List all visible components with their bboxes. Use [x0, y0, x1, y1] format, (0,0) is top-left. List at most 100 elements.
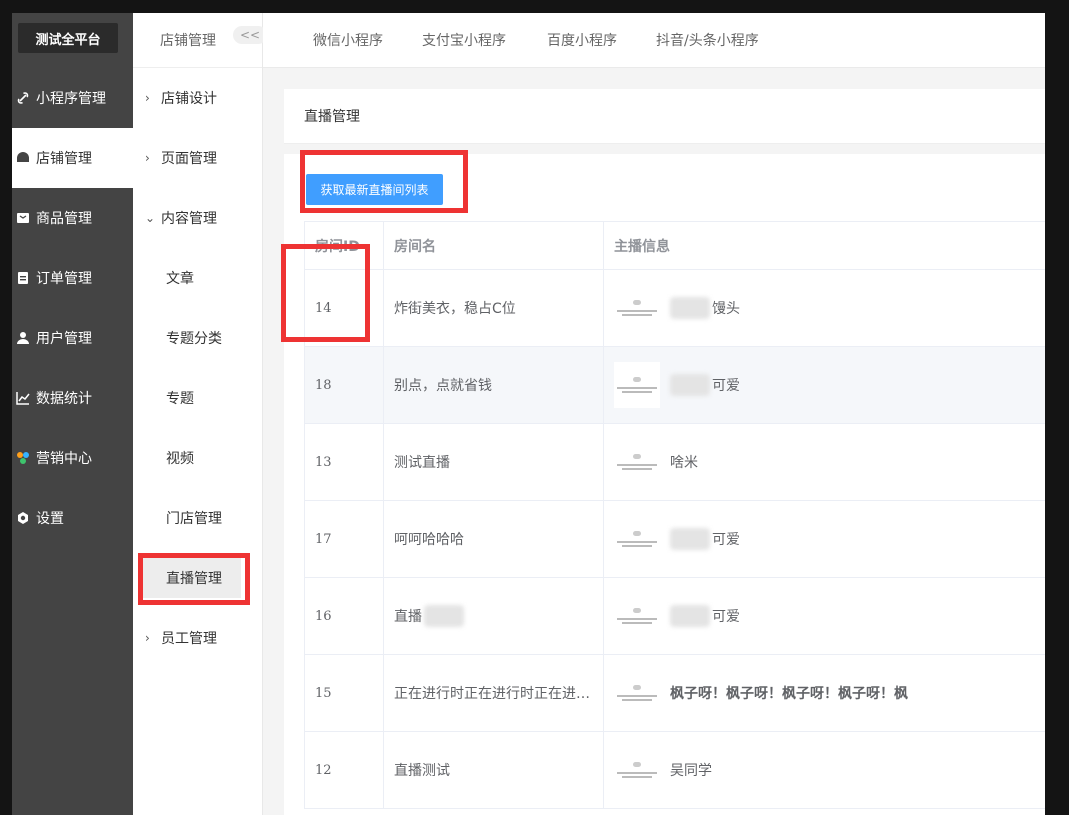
chevron-right-icon: ›	[145, 91, 150, 105]
tab-wechat[interactable]: 微信小程序	[313, 30, 383, 50]
column-header-room-id[interactable]: 房间ID	[304, 222, 384, 269]
anchor-avatar	[614, 593, 660, 639]
tab-baidu[interactable]: 百度小程序	[547, 30, 617, 50]
sidebar-item-label: 页面管理	[161, 151, 217, 167]
anchor-avatar	[614, 439, 660, 485]
table-row[interactable]: 17 呵呵哈哈哈 可爱	[304, 501, 1045, 578]
sidebar-item-content-management[interactable]: ⌄ 内容管理	[133, 188, 262, 248]
redacted-text	[670, 297, 710, 319]
sidebar-item-store-design[interactable]: › 店铺设计	[133, 68, 262, 128]
anchor-info: 可爱	[604, 347, 1045, 423]
sidebar-item-label: 门店管理	[166, 511, 222, 527]
nav-item-label: 小程序管理	[36, 91, 106, 107]
divider	[284, 144, 1045, 154]
nav-item-settings[interactable]: 设置	[12, 488, 133, 548]
anchor-name: 可爱	[712, 532, 740, 548]
nav-item-label: 数据统计	[36, 391, 92, 407]
table-row[interactable]: 12 直播测试 吴同学	[304, 732, 1045, 809]
nav-item-store[interactable]: 店铺管理	[12, 128, 133, 188]
anchor-info: 啥米	[604, 424, 1045, 500]
sidebar-item-label: 专题分类	[166, 331, 222, 347]
nav-item-stats[interactable]: 数据统计	[12, 368, 133, 428]
sidebar-item-label: 内容管理	[161, 211, 217, 227]
nav-item-label: 营销中心	[36, 451, 92, 467]
room-id: 12	[304, 732, 384, 808]
anchor-name: 啥米	[670, 455, 698, 471]
sidebar-item-page-management[interactable]: › 页面管理	[133, 128, 262, 188]
anchor-avatar	[614, 285, 660, 331]
nav-item-users[interactable]: 用户管理	[12, 308, 133, 368]
redacted-text	[670, 374, 710, 396]
room-name: 直播	[384, 578, 604, 654]
sidebar-item-store-locations[interactable]: 门店管理	[133, 488, 262, 548]
anchor-avatar	[614, 516, 660, 562]
sidebar-item-articles[interactable]: 文章	[133, 248, 262, 308]
room-id: 14	[304, 270, 384, 346]
room-id: 17	[304, 501, 384, 577]
primary-nav: 小程序管理 店铺管理 商品管理 订单管理 用户管理 数据统计 营销中心 设置	[12, 68, 133, 548]
page-title: 直播管理	[284, 89, 1045, 144]
sidebar-item-videos[interactable]: 视频	[133, 428, 262, 488]
nav-item-products[interactable]: 商品管理	[12, 188, 133, 248]
room-name: 别点，点就省钱	[384, 347, 604, 423]
anchor-avatar	[614, 747, 660, 793]
nav-item-label: 用户管理	[36, 331, 92, 347]
anchor-name: 馒头	[712, 301, 740, 317]
collapse-sidebar-button[interactable]: <<	[233, 26, 267, 44]
table-row[interactable]: 13 测试直播 啥米	[304, 424, 1045, 501]
secondary-sidebar-header: 店铺管理 <<	[133, 13, 267, 68]
marketing-icon	[16, 451, 30, 465]
anchor-info: 可爱	[604, 501, 1045, 577]
chevron-right-icon: ›	[145, 631, 150, 645]
sidebar-item-staff-management[interactable]: › 员工管理	[133, 608, 262, 668]
redacted-text	[670, 528, 710, 550]
table-row[interactable]: 14 炸街美衣，稳占C位 馒头	[304, 270, 1045, 347]
table-row[interactable]: 15 正在进行时正在进行时正在进行时 枫子呀！枫子呀！枫子呀！枫子呀！枫	[304, 655, 1045, 732]
anchor-name: 吴同学	[670, 763, 712, 779]
sidebar-item-label: 文章	[166, 271, 194, 287]
sidebar-item-topic-categories[interactable]: 专题分类	[133, 308, 262, 368]
fetch-live-rooms-button[interactable]: 获取最新直播间列表	[306, 174, 443, 205]
column-header-anchor-info[interactable]: 主播信息	[604, 222, 1045, 269]
chevron-right-icon: ›	[145, 151, 150, 165]
anchor-info: 可爱	[604, 578, 1045, 654]
sidebar-item-label: 店铺设计	[161, 91, 217, 107]
nav-item-marketing[interactable]: 营销中心	[12, 428, 133, 488]
link-icon	[16, 91, 30, 105]
nav-item-label: 设置	[36, 511, 64, 527]
sidebar-item-live-management[interactable]: 直播管理	[133, 548, 262, 608]
product-icon	[16, 211, 30, 225]
live-rooms-table: 房间ID 房间名 主播信息 14 炸街美衣，稳占C位 馒头 18 别点，点就省钱	[304, 221, 1045, 809]
room-name: 炸街美衣，稳占C位	[384, 270, 604, 346]
room-id: 15	[304, 655, 384, 731]
room-name: 测试直播	[384, 424, 604, 500]
anchor-avatar	[614, 670, 660, 716]
room-name: 正在进行时正在进行时正在进行时	[384, 655, 604, 731]
column-header-room-name[interactable]: 房间名	[384, 222, 604, 269]
redacted-text	[670, 605, 710, 627]
anchor-avatar	[614, 362, 660, 408]
tab-douyin[interactable]: 抖音/头条小程序	[656, 30, 759, 50]
brand-logo[interactable]: 测试全平台	[18, 23, 118, 53]
table-header: 房间ID 房间名 主播信息	[304, 222, 1045, 270]
anchor-name: 可爱	[712, 609, 740, 625]
anchor-info: 枫子呀！枫子呀！枫子呀！枫子呀！枫	[604, 655, 1045, 731]
user-icon	[16, 331, 30, 345]
room-id: 18	[304, 347, 384, 423]
store-icon	[16, 151, 30, 165]
tab-alipay[interactable]: 支付宝小程序	[422, 30, 506, 50]
platform-tabs: 微信小程序 支付宝小程序 百度小程序 抖音/头条小程序	[263, 13, 1045, 68]
nav-item-label: 店铺管理	[36, 151, 92, 167]
secondary-sidebar-title: 店铺管理	[160, 33, 216, 49]
room-name: 呵呵哈哈哈	[384, 501, 604, 577]
primary-sidebar: 测试全平台 小程序管理 店铺管理 商品管理 订单管理 用户管理 数据统计 营销中…	[12, 13, 133, 815]
live-management-panel: 直播管理 获取最新直播间列表 房间ID 房间名 主播信息 14 炸街美衣，稳占C…	[284, 89, 1045, 815]
sidebar-item-topics[interactable]: 专题	[133, 368, 262, 428]
nav-item-orders[interactable]: 订单管理	[12, 248, 133, 308]
table-row[interactable]: 18 别点，点就省钱 可爱	[304, 347, 1045, 424]
anchor-info: 吴同学	[604, 732, 1045, 808]
nav-item-miniprogram[interactable]: 小程序管理	[12, 68, 133, 128]
order-icon	[16, 271, 30, 285]
anchor-name: 枫子呀！枫子呀！枫子呀！枫子呀！枫	[670, 686, 908, 702]
table-row[interactable]: 16 直播 可爱	[304, 578, 1045, 655]
